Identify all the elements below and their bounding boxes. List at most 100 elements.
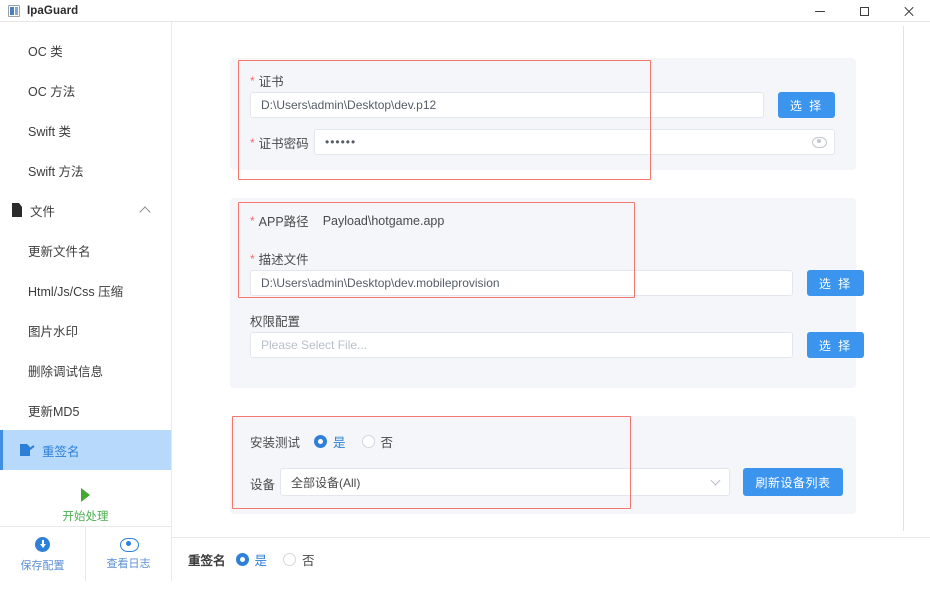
app-path-value: Payload\hotgame.app <box>323 214 445 228</box>
resign-footer-label: 重签名 <box>188 550 226 569</box>
app-path-row: * APP路径 Payload\hotgame.app <box>250 211 444 230</box>
certificate-choose-label: 选 择 <box>790 97 823 114</box>
install-test-row: 安装测试 是 否 <box>250 432 393 451</box>
sidebar-item-update-filename[interactable]: 更新文件名 <box>0 230 171 270</box>
app-path-label-row: * APP路径 <box>250 211 309 230</box>
chevron-up-icon <box>139 206 150 217</box>
install-test-radio-yes-label: 是 <box>333 432 346 451</box>
required-marker: * <box>250 75 255 87</box>
provision-path-input[interactable]: D:\Users\admin\Desktop\dev.mobileprovisi… <box>250 270 793 296</box>
refresh-device-list-button[interactable]: 刷新设备列表 <box>743 468 843 496</box>
maximize-button[interactable] <box>842 0 886 22</box>
resign-radio-no-label: 否 <box>302 550 315 569</box>
install-test-radio-yes[interactable] <box>314 435 327 448</box>
certificate-password-label-row: * 证书密码 <box>250 133 309 152</box>
sidebar-nav-list: OC 类 OC 方法 Swift 类 Swift 方法 文件 更新文件名 Htm… <box>0 22 171 524</box>
save-config-button[interactable]: 保存配置 <box>0 527 85 581</box>
vertical-scrollbar[interactable] <box>903 26 908 531</box>
footer-bar: 重签名 是 否 <box>172 537 930 581</box>
sidebar-item-update-md5[interactable]: 更新MD5 <box>0 390 171 430</box>
entitlements-choose-label: 选 择 <box>819 337 852 354</box>
sidebar-item-label: 删除调试信息 <box>28 361 103 380</box>
sidebar-item-remove-debug-info[interactable]: 删除调试信息 <box>0 350 171 390</box>
required-marker: * <box>250 253 255 265</box>
certificate-password-label: 证书密码 <box>259 133 309 152</box>
certificate-card: * 证书 D:\Users\admin\Desktop\dev.p12 选 择 … <box>230 58 856 170</box>
minimize-button[interactable] <box>798 0 842 22</box>
minimize-icon <box>815 11 825 12</box>
main-content: * 证书 D:\Users\admin\Desktop\dev.p12 选 择 … <box>172 22 930 581</box>
sidebar-footer: 保存配置 查看日志 <box>0 526 171 581</box>
start-process-label: 开始处理 <box>63 508 109 524</box>
sidebar-item-oc-class[interactable]: OC 类 <box>0 30 171 70</box>
settings-scroll-area: * 证书 D:\Users\admin\Desktop\dev.p12 选 择 … <box>172 22 916 535</box>
close-icon <box>903 6 914 17</box>
certificate-password-value: •••••• <box>325 135 356 149</box>
sidebar-item-label: 重签名 <box>42 441 80 460</box>
install-test-radio-no-label: 否 <box>381 432 394 451</box>
provision-choose-label: 选 择 <box>819 275 852 292</box>
entitlements-label: 权限配置 <box>250 311 300 330</box>
save-download-icon <box>35 537 50 552</box>
device-select[interactable]: 全部设备(All) <box>280 468 730 496</box>
certificate-label-row: * 证书 <box>250 71 284 90</box>
provision-choose-button[interactable]: 选 择 <box>807 270 864 296</box>
sidebar-item-label: 图片水印 <box>28 321 78 340</box>
title-bar: IpaGuard <box>0 0 930 22</box>
resign-radio-yes-label: 是 <box>255 550 268 569</box>
resign-icon <box>20 443 35 457</box>
sidebar-item-swift-class[interactable]: Swift 类 <box>0 110 171 150</box>
resign-radio-yes[interactable] <box>236 553 249 566</box>
sidebar-item-oc-method[interactable]: OC 方法 <box>0 70 171 110</box>
certificate-path-input[interactable]: D:\Users\admin\Desktop\dev.p12 <box>250 92 764 118</box>
sidebar-item-label: Swift 方法 <box>28 161 84 180</box>
window-title: IpaGuard <box>27 5 78 17</box>
app-icon <box>8 5 20 17</box>
certificate-label: 证书 <box>259 71 284 90</box>
device-label: 设备 <box>250 474 275 493</box>
view-log-label: 查看日志 <box>107 555 151 571</box>
certificate-password-input[interactable]: •••••• <box>314 129 835 155</box>
provision-path-value: D:\Users\admin\Desktop\dev.mobileprovisi… <box>261 276 500 290</box>
provision-label: 描述文件 <box>259 249 309 268</box>
entitlements-placeholder: Please Select File... <box>261 338 367 352</box>
app-config-card: * APP路径 Payload\hotgame.app * 描述文件 D:\Us… <box>230 198 856 388</box>
view-log-button[interactable]: 查看日志 <box>85 527 171 581</box>
sidebar-item-label: 更新文件名 <box>28 241 91 260</box>
refresh-device-list-label: 刷新设备列表 <box>755 474 830 491</box>
sidebar-item-label: 更新MD5 <box>28 401 79 420</box>
start-process-button[interactable]: 开始处理 <box>0 488 171 524</box>
app-path-label: APP路径 <box>259 211 309 230</box>
certificate-choose-button[interactable]: 选 择 <box>778 92 835 118</box>
install-test-radio-no[interactable] <box>362 435 375 448</box>
provision-label-row: * 描述文件 <box>250 249 309 268</box>
sidebar-item-html-js-css-compress[interactable]: Html/Js/Css 压缩 <box>0 270 171 310</box>
close-button[interactable] <box>886 0 930 22</box>
required-marker: * <box>250 137 255 149</box>
sidebar-item-image-watermark[interactable]: 图片水印 <box>0 310 171 350</box>
install-test-label: 安装测试 <box>250 432 300 451</box>
sidebar-group-label: 文件 <box>30 201 55 220</box>
entitlements-choose-button[interactable]: 选 择 <box>807 332 864 358</box>
entitlements-path-input[interactable]: Please Select File... <box>250 332 793 358</box>
sidebar-item-resign[interactable]: 重签名 <box>0 430 171 470</box>
sidebar-item-swift-method[interactable]: Swift 方法 <box>0 150 171 190</box>
resign-radio-no[interactable] <box>283 553 296 566</box>
app-window: IpaGuard OC 类 OC 方法 Swift 类 Swift 方法 <box>0 0 930 603</box>
required-marker: * <box>250 215 255 227</box>
save-config-label: 保存配置 <box>21 557 65 573</box>
file-icon <box>12 203 24 217</box>
chevron-down-icon <box>711 476 721 486</box>
install-test-card: 安装测试 是 否 设备 全部设备(All) 刷新设备列表 <box>230 416 856 514</box>
sidebar-group-files[interactable]: 文件 <box>0 190 171 230</box>
password-visibility-toggle-icon[interactable] <box>812 137 825 146</box>
sidebar: OC 类 OC 方法 Swift 类 Swift 方法 文件 更新文件名 Htm… <box>0 22 172 581</box>
sidebar-item-label: Swift 类 <box>28 121 71 140</box>
play-icon <box>81 488 90 502</box>
sidebar-item-label: Html/Js/Css 压缩 <box>28 281 123 300</box>
eye-icon <box>120 538 137 550</box>
device-select-value: 全部设备(All) <box>291 474 360 491</box>
sidebar-item-label: OC 方法 <box>28 81 75 100</box>
window-controls <box>798 0 930 22</box>
sidebar-item-label: OC 类 <box>28 41 63 60</box>
